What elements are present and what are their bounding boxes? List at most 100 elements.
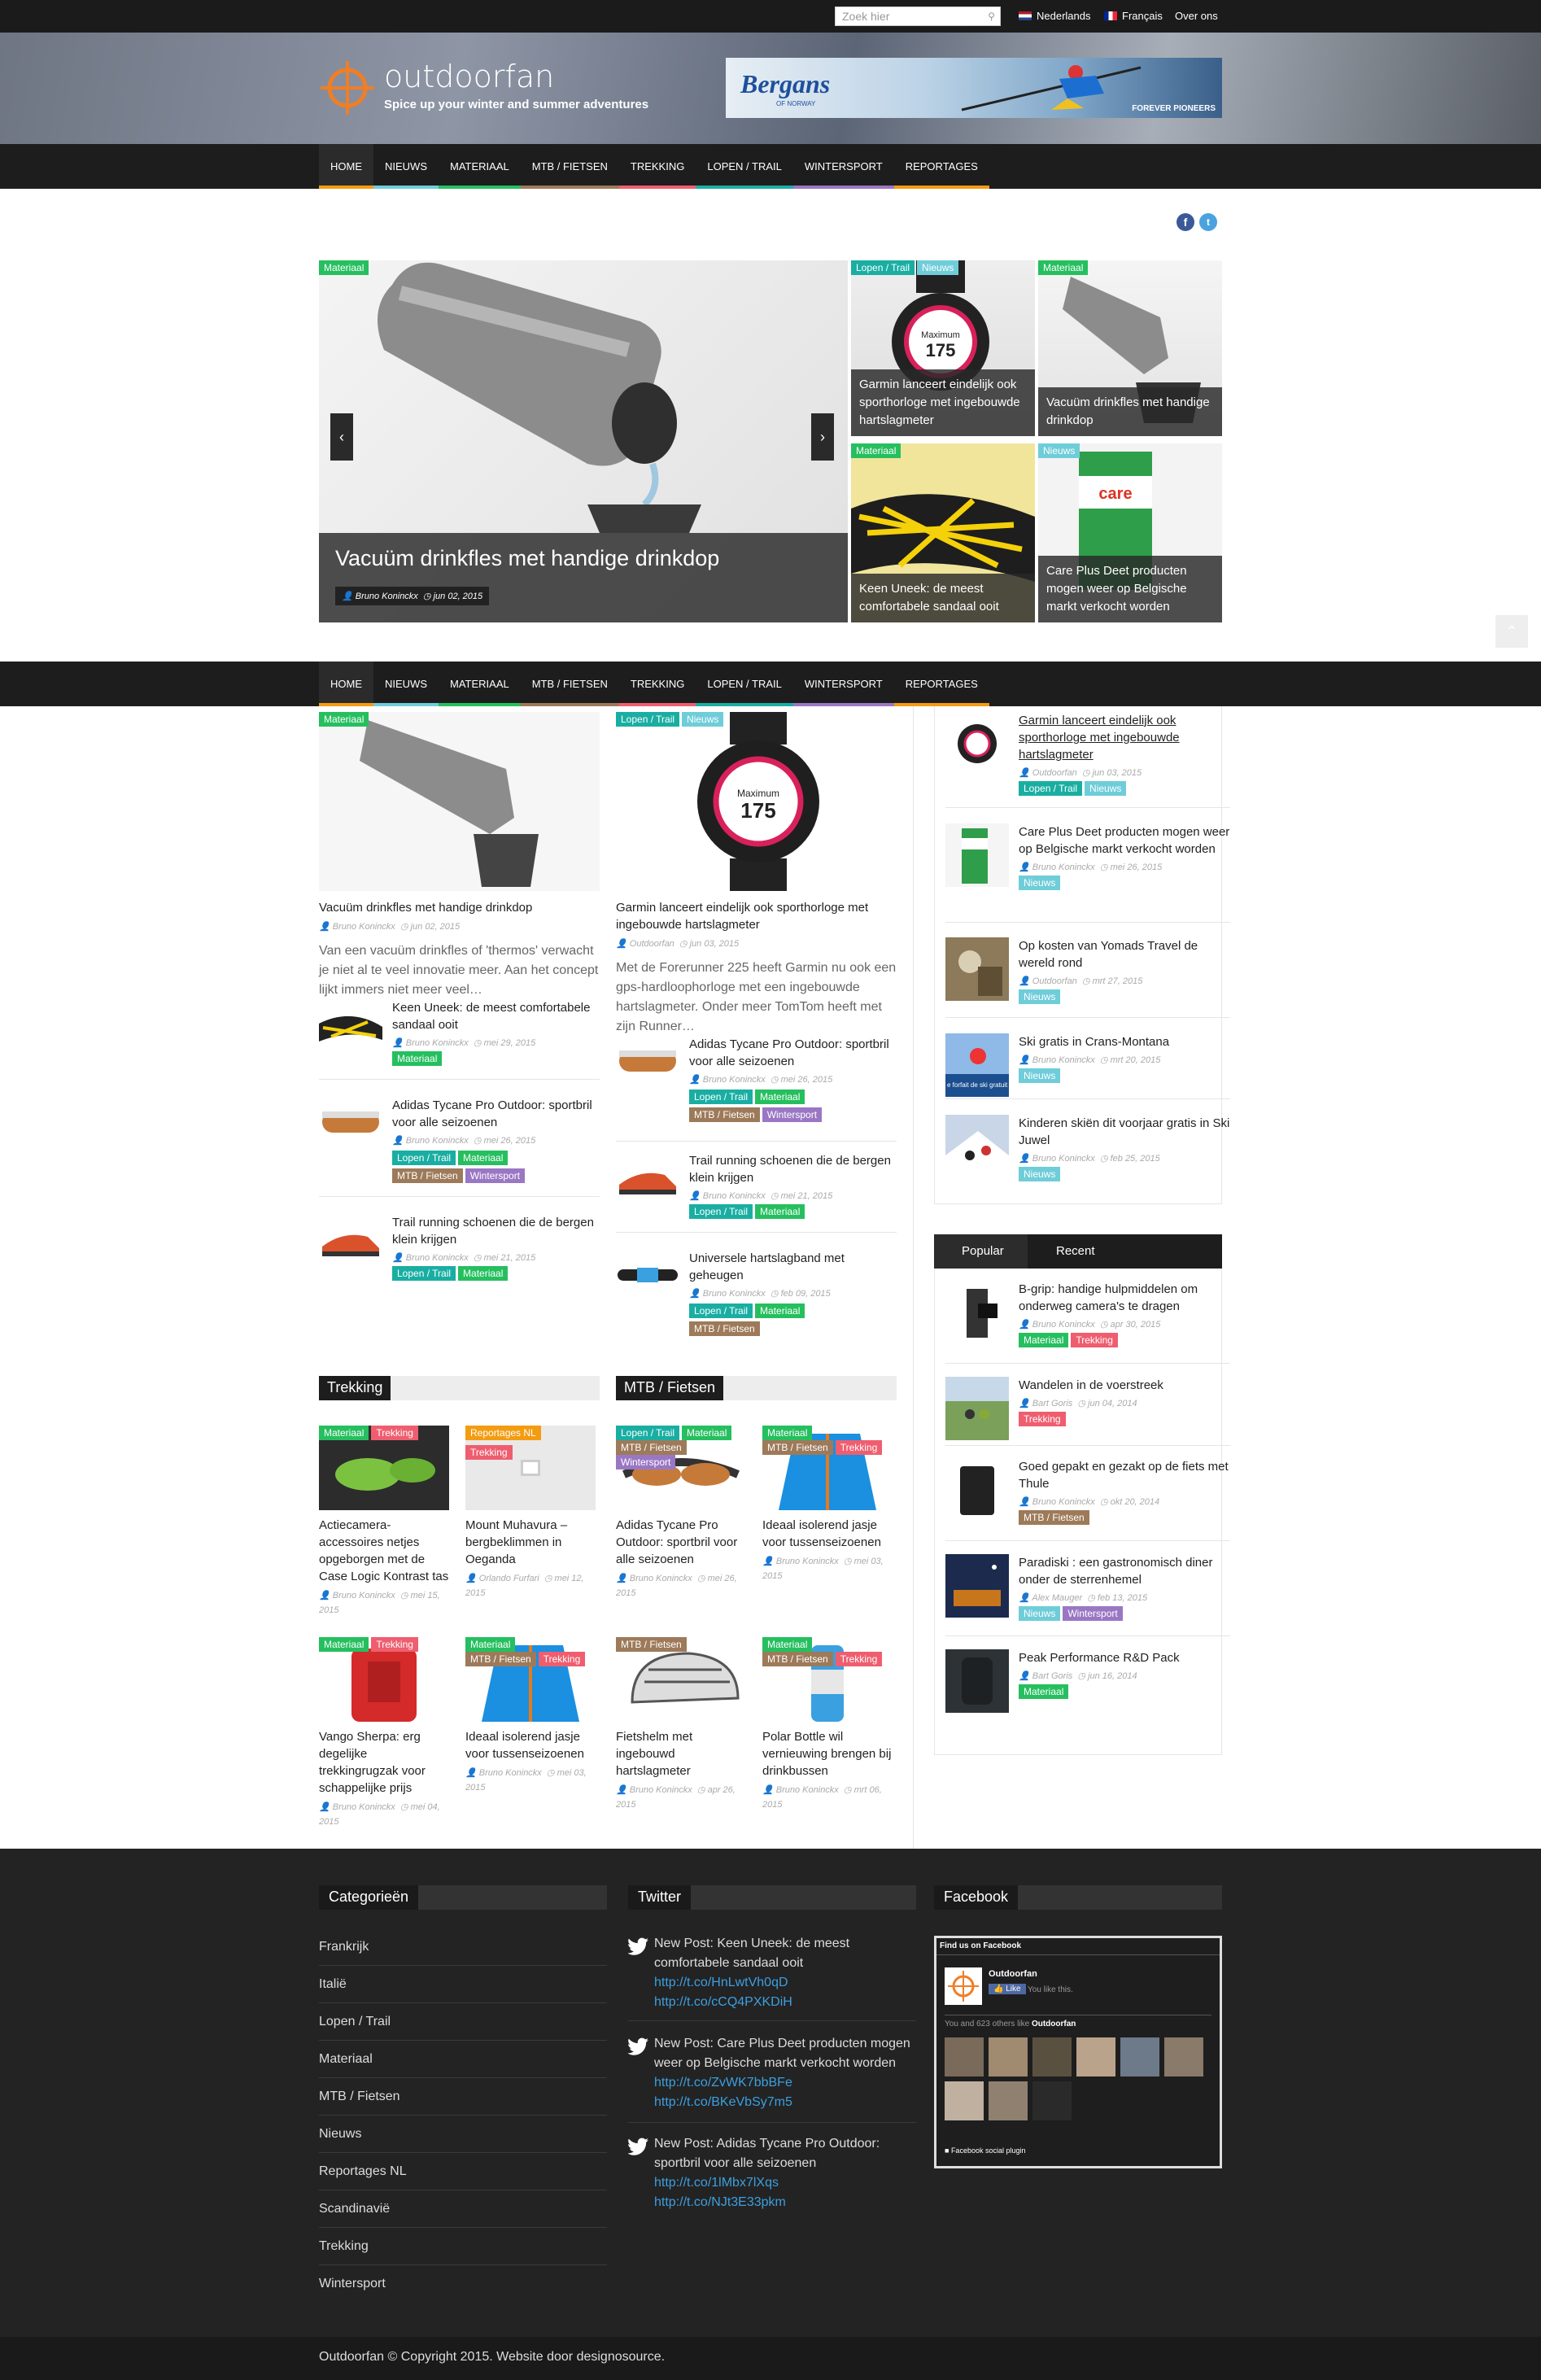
sidebar-item-tag[interactable]: Nieuws — [1019, 1068, 1061, 1083]
slider-tag-materiaal[interactable]: Materiaal — [319, 260, 369, 275]
category-link[interactable]: Scandinavië — [319, 2190, 607, 2228]
category-link[interactable]: Reportages NL — [319, 2153, 607, 2190]
fb-page-logo[interactable] — [945, 1967, 982, 2005]
grid-tag[interactable]: Trekking — [371, 1637, 418, 1652]
grid-title[interactable]: Ideaal isolerend jasje voor tussenseizoe… — [762, 1517, 893, 1551]
slider-title[interactable]: Vacuüm drinkfles met handige drinkdop — [335, 546, 719, 571]
grid-tag[interactable]: Trekking — [465, 1445, 513, 1460]
item-title[interactable]: Universele hartslagband met geheugen — [689, 1250, 901, 1284]
grid-tag[interactable]: Materiaal — [682, 1426, 732, 1440]
tweet-link[interactable]: http://t.co/cCQ4PXKDiH — [654, 1995, 792, 2009]
item-tag[interactable]: Lopen / Trail — [392, 1266, 456, 1281]
item-tag[interactable]: Materiaal — [755, 1090, 805, 1104]
nav-trekking[interactable]: Trekking — [618, 662, 696, 706]
popular-item-title[interactable]: Wandelen in de voerstreek — [1019, 1377, 1230, 1394]
feature-card-2[interactable]: Maximum 175 Lopen / Trail Nieuws Garmin l… — [616, 712, 897, 1037]
tile-title[interactable]: Keen Uneek: de meest comfortabele sandaa… — [851, 574, 1035, 622]
card-tag[interactable]: Lopen / Trail — [616, 712, 680, 727]
tile-tag[interactable]: Materiaal — [1038, 260, 1089, 275]
item-tag[interactable]: Materiaal — [458, 1151, 509, 1165]
nav-reportages[interactable]: Reportages — [893, 662, 989, 706]
item-tag[interactable]: Materiaal — [755, 1204, 805, 1219]
grid-tag[interactable]: Materiaal — [465, 1637, 516, 1652]
grid-tag[interactable]: Wintersport — [616, 1455, 676, 1469]
category-link[interactable]: Italië — [319, 1966, 607, 2003]
tile-title[interactable]: Garmin lanceert eindelijk ook sporthorlo… — [851, 369, 1035, 436]
grid-tag[interactable]: Materiaal — [762, 1637, 813, 1652]
popular-item-tag[interactable]: Materiaal — [1019, 1684, 1069, 1699]
sidebar-item-title[interactable]: Kinderen skiën dit voorjaar gratis in Sk… — [1019, 1115, 1230, 1149]
fb-like-button[interactable]: 👍 Like — [989, 1984, 1026, 1994]
sidebar-item-title[interactable]: Ski gratis in Crans-Montana — [1019, 1033, 1230, 1050]
grid-tag[interactable]: Trekking — [371, 1426, 418, 1440]
popular-item-tag[interactable]: MTB / Fietsen — [1019, 1510, 1089, 1525]
item-title[interactable]: Keen Uneek: de meest comfortabele sandaa… — [392, 999, 604, 1033]
grid-tag[interactable]: MTB / Fietsen — [616, 1440, 687, 1455]
popular-item-tag[interactable]: Trekking — [1071, 1333, 1118, 1347]
sidebar-item-title[interactable]: Care Plus Deet producten mogen weer op B… — [1019, 823, 1230, 858]
item-tag[interactable]: MTB / Fietsen — [689, 1107, 760, 1122]
nav-materiaal[interactable]: Materiaal — [439, 662, 521, 706]
facebook-icon[interactable]: f — [1176, 213, 1194, 231]
sidebar-item-title[interactable]: Op kosten van Yomads Travel de wereld ro… — [1019, 937, 1230, 972]
slider-tile-keen[interactable]: Materiaal Keen Uneek: de meest comfortab… — [851, 443, 1035, 622]
nav-mtb-fietsen[interactable]: MTB / Fietsen — [520, 144, 620, 189]
item-title[interactable]: Trail running schoenen die de bergen kle… — [392, 1214, 604, 1248]
popular-item-tag[interactable]: Nieuws — [1019, 1606, 1061, 1621]
popular-item-title[interactable]: Peak Performance R&D Pack — [1019, 1649, 1230, 1666]
twitter-icon[interactable]: t — [1199, 213, 1217, 231]
site-title[interactable]: outdoorfan — [384, 59, 554, 94]
grid-title[interactable]: Vango Sherpa: erg degelijke trekkingrugz… — [319, 1728, 449, 1797]
grid-tag[interactable]: Materiaal — [319, 1426, 369, 1440]
nav-home[interactable]: Home — [319, 144, 373, 189]
grid-item[interactable]: Reportages NL Trekking Mount Muhavura – b… — [465, 1426, 596, 1600]
feature-card-1[interactable]: Materiaal Vacuüm drinkfles met handige d… — [319, 712, 600, 1000]
popular-item-tag[interactable]: Trekking — [1019, 1412, 1066, 1426]
scroll-to-top-button[interactable]: ⌃ — [1495, 615, 1528, 648]
category-link[interactable]: Wintersport — [319, 2265, 607, 2303]
grid-title[interactable]: Actiecamera-accessoires netjes opgeborge… — [319, 1517, 449, 1585]
grid-tag[interactable]: Reportages NL — [465, 1426, 541, 1440]
item-tag[interactable]: Materiaal — [755, 1304, 805, 1318]
popular-item-tag[interactable]: Materiaal — [1019, 1333, 1069, 1347]
grid-tag[interactable]: Lopen / Trail — [616, 1426, 680, 1440]
tweet-link[interactable]: http://t.co/NJt3E33pkm — [654, 2195, 786, 2209]
category-link[interactable]: Nieuws — [319, 2116, 607, 2153]
grid-tag[interactable]: Trekking — [538, 1652, 586, 1666]
grid-title[interactable]: Fietshelm met ingebouwd hartslagmeter — [616, 1728, 746, 1780]
lang-fr-link[interactable]: Français — [1104, 10, 1163, 22]
nav-wintersport[interactable]: Wintersport — [792, 662, 894, 706]
search-icon[interactable]: ⚲ — [988, 11, 995, 22]
section-title[interactable]: Trekking — [319, 1376, 391, 1400]
card-tag[interactable]: Nieuws — [682, 712, 724, 727]
slider-tile-careplus[interactable]: care Nieuws Care Plus Deet producten mog… — [1038, 443, 1222, 622]
compass-logo-icon[interactable] — [319, 59, 376, 116]
item-tag[interactable]: Lopen / Trail — [689, 1204, 753, 1219]
grid-tag[interactable]: MTB / Fietsen — [762, 1652, 833, 1666]
grid-item[interactable]: Materiaal Trekking Vango Sherpa: erg dege… — [319, 1637, 449, 1829]
tweet-link[interactable]: http://t.co/HnLwtVh0qD — [654, 1976, 788, 1989]
grid-tag[interactable]: Trekking — [835, 1440, 883, 1455]
popular-item-title[interactable]: B-grip: handige hulpmiddelen om onderweg… — [1019, 1281, 1230, 1315]
about-link[interactable]: Over ons — [1175, 10, 1218, 22]
nav-mtb-fietsen[interactable]: MTB / Fietsen — [520, 662, 620, 706]
item-tag[interactable]: MTB / Fietsen — [689, 1321, 760, 1336]
tweet-link[interactable]: http://t.co/BKeVbSy7m5 — [654, 2095, 792, 2109]
grid-tag[interactable]: MTB / Fietsen — [762, 1440, 833, 1455]
grid-title[interactable]: Adidas Tycane Pro Outdoor: sportbril voo… — [616, 1517, 746, 1568]
grid-item[interactable]: Materiaal MTB / Fietsen Trekking Ideaal is… — [762, 1426, 893, 1583]
tab-recent[interactable]: Recent — [1056, 1244, 1095, 1258]
section-title[interactable]: MTB / Fietsen — [616, 1376, 724, 1400]
card-tag[interactable]: Materiaal — [319, 712, 369, 727]
search-input[interactable]: Zoek hier ⚲ — [835, 7, 1001, 26]
nav-materiaal[interactable]: Materiaal — [439, 144, 521, 189]
nav-lopen-trail[interactable]: Lopen / Trail — [696, 144, 793, 189]
featured-slider[interactable]: Materiaal Vacuüm drinkfles met handige d… — [319, 260, 848, 622]
facebook-like-box[interactable]: Find us on Facebook Outdoorfan 👍 Like Yo… — [934, 1936, 1222, 2168]
item-title[interactable]: Trail running schoenen die de bergen kle… — [689, 1152, 901, 1186]
tile-tag[interactable]: Nieuws — [917, 260, 959, 275]
fb-page-name[interactable]: Outdoorfan — [989, 1969, 1037, 1979]
tweet-link[interactable]: http://t.co/1lMbx7lXqs — [654, 2176, 779, 2190]
nav-nieuws[interactable]: Nieuws — [373, 662, 439, 706]
grid-item[interactable]: MTB / Fietsen Fietshelm met ingebouwd ha… — [616, 1637, 746, 1812]
